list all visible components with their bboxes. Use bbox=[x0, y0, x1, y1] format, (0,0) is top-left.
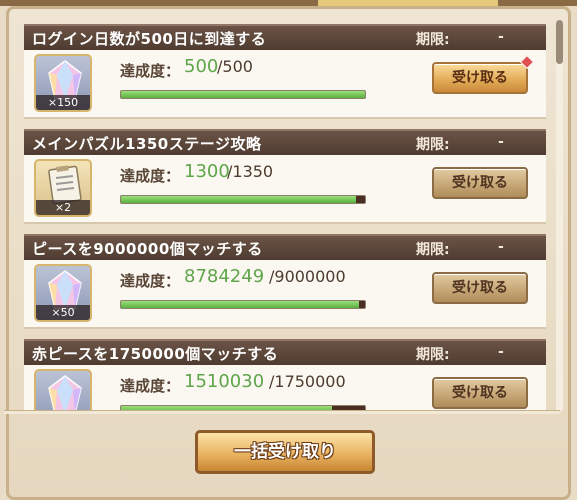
rainbow-crystal-icon bbox=[34, 369, 92, 412]
progress-bar bbox=[120, 90, 366, 99]
mission-row: ピースを9000000個マッチする 期限: - ×50 達成度： 8784249… bbox=[24, 234, 546, 331]
mission-body: ×50 達成度： 8784249 /9000000 受け取る bbox=[24, 260, 546, 329]
progress-current: 500 bbox=[184, 56, 219, 77]
mission-body: ×150 達成度： 500 /500 受け取る bbox=[24, 50, 546, 119]
deadline-value: - bbox=[498, 344, 504, 360]
reward-count: ×2 bbox=[36, 200, 90, 215]
progress-label: 達成度： bbox=[120, 377, 181, 395]
mission-header: ログイン日数が500日に到達する 期限: - bbox=[24, 24, 546, 50]
progress-bar bbox=[120, 300, 366, 309]
deadline-label: 期限: bbox=[416, 242, 450, 258]
mission-body: 達成度： 1510030 /1750000 受け取る bbox=[24, 365, 546, 412]
scrollbar-thumb[interactable] bbox=[556, 20, 563, 64]
rainbow-crystal-icon: ×150 bbox=[34, 54, 92, 112]
deadline-value: - bbox=[498, 134, 504, 150]
progress-bar bbox=[120, 195, 366, 204]
claim-button[interactable]: 受け取る bbox=[432, 167, 528, 199]
mission-row: 赤ピースを1750000個マッチする 期限: - 達成度： 1510030 /1… bbox=[24, 339, 546, 412]
deadline-label: 期限: bbox=[416, 137, 450, 153]
mission-header: ピースを9000000個マッチする 期限: - bbox=[24, 234, 546, 260]
reward-count: ×50 bbox=[36, 305, 90, 320]
rainbow-crystal-icon: ×50 bbox=[34, 264, 92, 322]
progress-current: 1510030 bbox=[184, 371, 265, 392]
reward-count: ×150 bbox=[36, 95, 90, 110]
mission-title: 赤ピースを1750000個マッチする bbox=[32, 345, 279, 363]
progress-current: 8784249 bbox=[184, 266, 265, 287]
claim-button[interactable]: 受け取る bbox=[432, 272, 528, 304]
claim-button[interactable]: 受け取る bbox=[432, 62, 528, 94]
mission-row: メインパズル1350ステージ攻略 期限: - ×2 達成度： 1300 /135… bbox=[24, 129, 546, 226]
deadline-value: - bbox=[498, 29, 504, 45]
mission-title: ログイン日数が500日に到達する bbox=[32, 30, 267, 48]
progress-fill bbox=[121, 301, 360, 308]
claim-button[interactable]: 受け取る bbox=[432, 377, 528, 409]
mission-header: 赤ピースを1750000個マッチする 期限: - bbox=[24, 339, 546, 365]
footer-divider bbox=[4, 410, 560, 414]
progress-fill bbox=[121, 196, 356, 203]
progress-total: /9000000 bbox=[269, 267, 346, 286]
deadline-value: - bbox=[498, 239, 504, 255]
progress-fill bbox=[121, 91, 365, 98]
deadline-label: 期限: bbox=[416, 32, 450, 48]
clipboard-ticket-icon: ×2 bbox=[34, 159, 92, 217]
mission-list: ログイン日数が500日に到達する 期限: - ×150 達成度： 500 /50… bbox=[20, 20, 552, 412]
mission-title: ピースを9000000個マッチする bbox=[32, 240, 263, 258]
progress-label: 達成度： bbox=[120, 167, 181, 185]
mission-body: ×2 達成度： 1300 /1350 受け取る bbox=[24, 155, 546, 224]
mission-title: メインパズル1350ステージ攻略 bbox=[32, 135, 262, 153]
scrollbar[interactable] bbox=[556, 20, 563, 412]
claim-all-button[interactable]: 一括受け取り bbox=[195, 430, 375, 474]
progress-label: 達成度： bbox=[120, 62, 181, 80]
progress-total: /1350 bbox=[227, 162, 274, 181]
progress-label: 達成度： bbox=[120, 272, 181, 290]
progress-total: /1750000 bbox=[269, 372, 346, 391]
deadline-label: 期限: bbox=[416, 347, 450, 363]
progress-total: /500 bbox=[217, 57, 253, 76]
mission-row: ログイン日数が500日に到達する 期限: - ×150 達成度： 500 /50… bbox=[24, 24, 546, 121]
progress-current: 1300 bbox=[184, 161, 230, 182]
mission-header: メインパズル1350ステージ攻略 期限: - bbox=[24, 129, 546, 155]
